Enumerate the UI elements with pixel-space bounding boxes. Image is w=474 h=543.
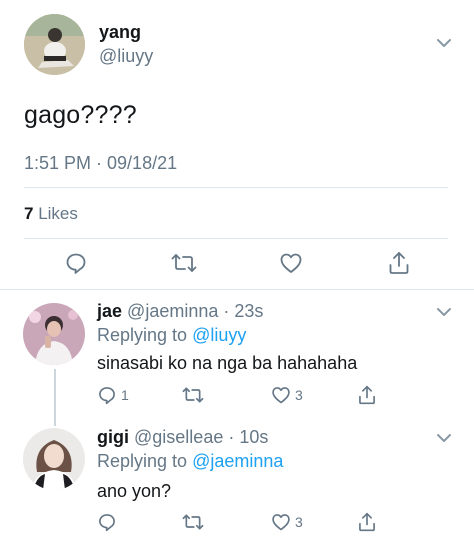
likes-label: Likes: [38, 204, 78, 223]
share-button[interactable]: [357, 511, 377, 533]
tweet-timestamp[interactable]: 1:51 PM · 09/18/21: [24, 153, 177, 174]
reply-button[interactable]: [97, 512, 117, 532]
reply-icon: [66, 253, 86, 274]
retweet-button[interactable]: [182, 512, 204, 532]
author-name[interactable]: yang: [99, 22, 141, 43]
retweet-button[interactable]: [171, 251, 197, 275]
reply-handle-time: @giselleae · 10s: [134, 427, 269, 447]
like-icon: [280, 253, 302, 273]
replying-to: Replying to @liuyy: [97, 325, 246, 346]
share-icon: [359, 385, 375, 405]
divider: [0, 289, 474, 290]
chevron-down-icon: [437, 434, 451, 442]
chevron-down-icon: [437, 39, 451, 47]
share-button[interactable]: [357, 384, 377, 406]
chevron-down-icon: [437, 308, 451, 316]
replying-to-link[interactable]: @liuyy: [192, 325, 246, 345]
replying-to: Replying to @jaeminna: [97, 451, 283, 472]
share-icon: [359, 512, 375, 532]
reply-avatar[interactable]: [23, 303, 85, 365]
likes-count: 7: [24, 204, 34, 223]
like-button[interactable]: [279, 251, 303, 275]
like-icon: [272, 514, 290, 531]
reply-text: sinasabi ko na nga ba hahahaha: [97, 353, 358, 373]
reply-author-name: jae: [97, 301, 123, 321]
reply-count: 1: [121, 387, 129, 403]
share-button[interactable]: [387, 250, 411, 276]
reply-menu-button[interactable]: [436, 433, 452, 443]
likes-summary[interactable]: 7 Likes: [24, 204, 78, 224]
retweet-icon: [171, 254, 197, 272]
divider: [24, 238, 448, 239]
reply-author-name: gigi: [97, 427, 129, 447]
author-handle[interactable]: @liuyy: [99, 46, 153, 67]
replying-to-link[interactable]: @jaeminna: [192, 451, 283, 471]
reply-header[interactable]: jae @jaeminna · 23s: [97, 301, 263, 322]
reply-text: ano yon?: [97, 481, 172, 501]
author-avatar[interactable]: [24, 14, 85, 75]
like-icon: [272, 387, 290, 404]
reply-avatar[interactable]: [23, 428, 85, 490]
like-count: 3: [295, 387, 303, 403]
reply-header[interactable]: gigi @giselleae · 10s: [97, 427, 268, 448]
reply-button[interactable]: 1: [97, 385, 129, 405]
retweet-icon: [182, 514, 204, 530]
retweet-button[interactable]: [182, 385, 204, 405]
thread-line: [54, 369, 56, 426]
like-count: 3: [295, 514, 303, 530]
divider: [24, 187, 448, 188]
reply-handle-time: @jaeminna · 23s: [127, 301, 264, 321]
like-button[interactable]: 3: [271, 385, 303, 405]
retweet-icon: [182, 387, 204, 403]
reply-menu-button[interactable]: [436, 307, 452, 317]
replying-prefix: Replying to: [97, 325, 188, 345]
tweet-text: gago????: [24, 101, 137, 129]
reply-icon: [99, 387, 115, 405]
like-button[interactable]: 3: [271, 512, 303, 532]
replying-prefix: Replying to: [97, 451, 188, 471]
reply-icon: [99, 514, 115, 532]
share-icon: [389, 252, 409, 274]
reply-button[interactable]: [64, 251, 88, 275]
tweet-menu-button[interactable]: [436, 38, 452, 48]
